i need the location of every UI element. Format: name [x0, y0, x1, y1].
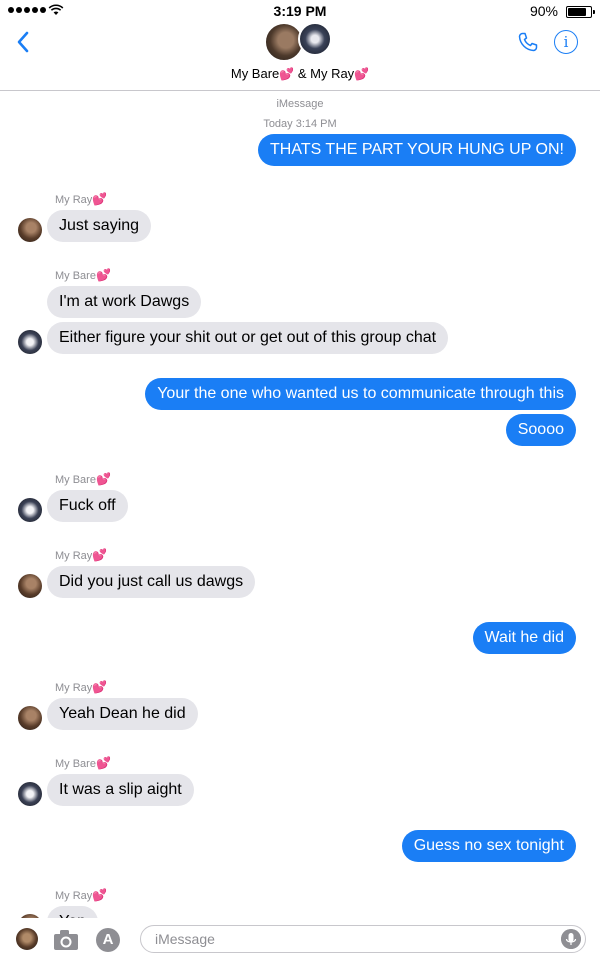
compose-bar: A iMessage: [0, 918, 600, 960]
outgoing-message[interactable]: Soooo: [505, 414, 576, 446]
sender-name: My Ray💕: [55, 680, 108, 694]
sender-name: My Ray💕: [55, 192, 108, 206]
outgoing-message[interactable]: Guess no sex tonight: [401, 830, 576, 862]
app-store-icon[interactable]: A: [96, 928, 120, 952]
conversation-title[interactable]: My Bare💕 & My Ray💕: [0, 66, 600, 81]
incoming-message[interactable]: Yep: [47, 906, 98, 918]
heart-emoji: 💕: [92, 192, 108, 206]
battery-percentage: 90%: [529, 3, 558, 19]
heart-emoji: 💕: [95, 756, 111, 770]
contact-name: My Ray: [310, 66, 355, 81]
microphone-icon[interactable]: [561, 929, 581, 949]
message-input-placeholder: iMessage: [155, 931, 215, 947]
heart-emoji: 💕: [92, 548, 108, 562]
incoming-message[interactable]: Did you just call us dawgs: [47, 566, 256, 598]
outgoing-message[interactable]: Wait he did: [472, 622, 576, 654]
avatar[interactable]: [18, 706, 42, 730]
heart-emoji: 💕: [95, 268, 111, 282]
incoming-message[interactable]: Either figure your shit out or get out o…: [47, 322, 449, 354]
timestamp: Today 3:14 PM: [263, 118, 337, 130]
battery-icon: [566, 6, 595, 18]
heart-emoji: 💕: [92, 888, 108, 902]
heart-emoji: 💕: [92, 680, 108, 694]
chevron-left-icon[interactable]: [16, 30, 30, 54]
camera-icon[interactable]: [52, 928, 80, 952]
avatar[interactable]: [18, 498, 42, 522]
sender-name: My Bare💕: [55, 472, 111, 486]
avatar[interactable]: [16, 928, 38, 950]
avatar[interactable]: [18, 782, 42, 806]
name-joiner: &: [294, 66, 311, 81]
incoming-message[interactable]: I'm at work Dawgs: [47, 286, 202, 318]
status-bar: 3:19 PM 90%: [0, 0, 600, 22]
sender-name: My Bare💕: [55, 756, 111, 770]
message-input[interactable]: iMessage: [140, 925, 586, 953]
outgoing-message[interactable]: THATS THE PART YOUR HUNG UP ON!: [258, 134, 576, 166]
message-thread[interactable]: iMessage Today 3:14 PM THATS THE PART YO…: [0, 92, 600, 918]
incoming-message[interactable]: Yeah Dean he did: [47, 698, 198, 730]
info-icon[interactable]: i: [554, 30, 578, 54]
sender-name: My Ray💕: [55, 548, 108, 562]
phone-icon[interactable]: [516, 30, 540, 54]
outgoing-message[interactable]: Your the one who wanted us to communicat…: [145, 378, 576, 410]
sender-name: My Ray💕: [55, 888, 108, 902]
incoming-message[interactable]: Just saying: [47, 210, 152, 242]
heart-emoji: 💕: [95, 472, 111, 486]
avatar[interactable]: [18, 330, 42, 354]
heart-emoji: 💕: [279, 67, 295, 81]
incoming-message[interactable]: Fuck off: [47, 490, 128, 522]
heart-emoji: 💕: [354, 67, 370, 81]
conversation-header: My Bare💕 & My Ray💕 i: [0, 22, 600, 91]
avatar: [298, 22, 332, 56]
contact-name: My Bare: [230, 66, 280, 81]
service-label: iMessage: [276, 98, 324, 110]
avatar[interactable]: [18, 574, 42, 598]
group-avatars[interactable]: [264, 22, 334, 62]
incoming-message[interactable]: It was a slip aight: [47, 774, 194, 806]
avatar[interactable]: [18, 218, 42, 242]
sender-name: My Bare💕: [55, 268, 111, 282]
clock: 3:19 PM: [273, 3, 327, 19]
